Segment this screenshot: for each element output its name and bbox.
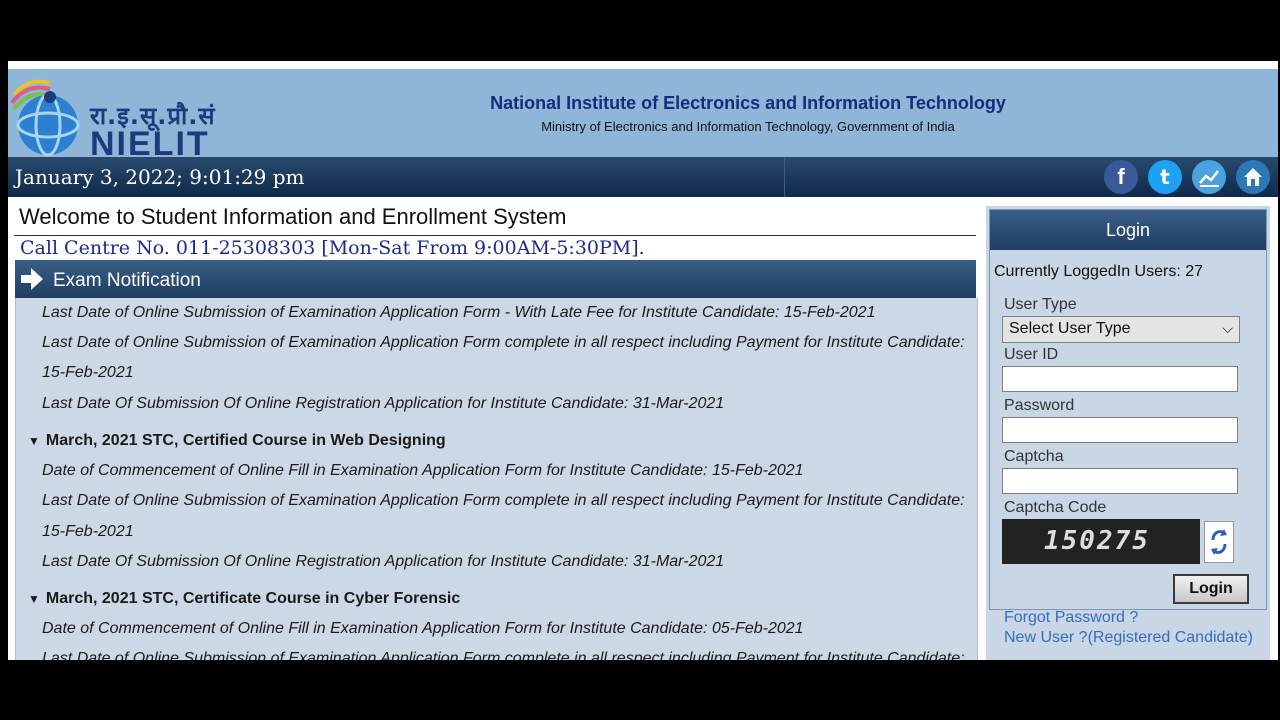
facebook-icon[interactable]: f (1104, 160, 1138, 194)
exam-notification-title: Exam Notification (53, 270, 201, 291)
notification-item: Last Date of Online Submission of Examin… (42, 304, 876, 321)
forgot-password-link[interactable]: Forgot Password ? (1004, 609, 1138, 627)
course-heading[interactable]: ▼ March, 2021 STC, Certified Course in We… (28, 432, 446, 450)
user-type-value: Select User Type (1009, 320, 1131, 337)
login-form: Login Currently LoggedIn Users: 27 User … (989, 209, 1267, 610)
date-bar: January 3, 2022; 9:01:29 pm f t (8, 157, 1278, 197)
notification-item: Last Date Of Submission Of Online Regist… (42, 553, 725, 570)
twitter-bird-icon: t (1160, 165, 1170, 189)
call-centre-text: Call Centre No. 011-25308303 [Mon-Sat Fr… (20, 237, 645, 259)
user-type-select[interactable]: Select User Type ⌵ (1002, 316, 1240, 343)
logged-in-count: Currently LoggedIn Users: 27 (994, 263, 1203, 280)
arrow-right-icon (21, 268, 43, 290)
line-chart-icon (1199, 170, 1219, 187)
chevron-down-icon: ⌵ (1222, 320, 1233, 336)
notification-item: Date of Commencement of Online Fill in E… (42, 462, 804, 479)
notification-item: 15-Feb-2021 (42, 364, 134, 381)
house-icon (1244, 168, 1262, 186)
exam-notification-header: Exam Notification (15, 260, 976, 298)
org-title: National Institute of Electronics and In… (490, 93, 1006, 113)
captcha-code-label: Captcha Code (1004, 499, 1107, 516)
globe-logo-icon (10, 79, 80, 157)
current-datetime: January 3, 2022; 9:01:29 pm (15, 165, 305, 189)
user-id-label: User ID (1004, 346, 1059, 363)
notification-item: Last Date Of Submission Of Online Regist… (42, 395, 725, 412)
login-heading: Login (990, 210, 1266, 250)
org-heading: National Institute of Electronics and In… (408, 93, 1088, 134)
login-button[interactable]: Login (1173, 574, 1249, 604)
password-input[interactable] (1002, 417, 1238, 443)
refresh-captcha-button[interactable] (1204, 521, 1234, 563)
chart-icon[interactable] (1192, 160, 1226, 194)
facebook-glyph: f (1117, 164, 1125, 189)
captcha-image: 150275 (1002, 519, 1200, 564)
notification-list: Last Date of Online Submission of Examin… (15, 298, 978, 660)
captcha-code: 150275 (1044, 526, 1150, 556)
site-header: रा.इ.सू.प्रौ.सं NIELIT National Institut… (8, 69, 1278, 163)
org-subtitle: Ministry of Electronics and Information … (541, 119, 955, 134)
notification-item: Date of Commencement of Online Fill in E… (42, 620, 804, 637)
user-type-label: User Type (1004, 296, 1077, 313)
new-user-link[interactable]: New User ?(Registered Candidate) (1004, 629, 1253, 647)
divider (14, 235, 976, 236)
notification-item: Last Date of Online Submission of Examin… (42, 650, 965, 660)
browser-page: रा.इ.सू.प्रौ.सं NIELIT National Institut… (8, 61, 1278, 660)
notification-item: 15-Feb-2021 (42, 523, 134, 540)
triangle-down-icon: ▼ (28, 592, 40, 606)
course-heading[interactable]: ▼ March, 2021 STC, Certificate Course in … (28, 590, 460, 608)
captcha-input[interactable] (1002, 468, 1238, 494)
triangle-down-icon: ▼ (28, 434, 40, 448)
refresh-icon (1211, 529, 1227, 555)
divider (784, 157, 785, 197)
course-heading-text: March, 2021 STC, Certificate Course in C… (45, 590, 461, 607)
twitter-icon[interactable]: t (1148, 160, 1182, 194)
nielit-logo[interactable]: रा.इ.सू.प्रौ.सं NIELIT (10, 73, 230, 163)
login-panel: Login Currently LoggedIn Users: 27 User … (986, 206, 1270, 660)
notification-item: Last Date of Online Submission of Examin… (42, 492, 965, 509)
course-heading-text: March, 2021 STC, Certified Course in Web… (45, 432, 446, 449)
notification-item: Last Date of Online Submission of Examin… (42, 334, 965, 351)
password-label: Password (1004, 397, 1075, 414)
page-title: Welcome to Student Information and Enrol… (19, 204, 567, 229)
home-icon[interactable] (1236, 160, 1270, 194)
captcha-label: Captcha (1004, 448, 1064, 465)
svg-text:t: t (1160, 165, 1170, 189)
user-id-input[interactable] (1002, 366, 1238, 392)
